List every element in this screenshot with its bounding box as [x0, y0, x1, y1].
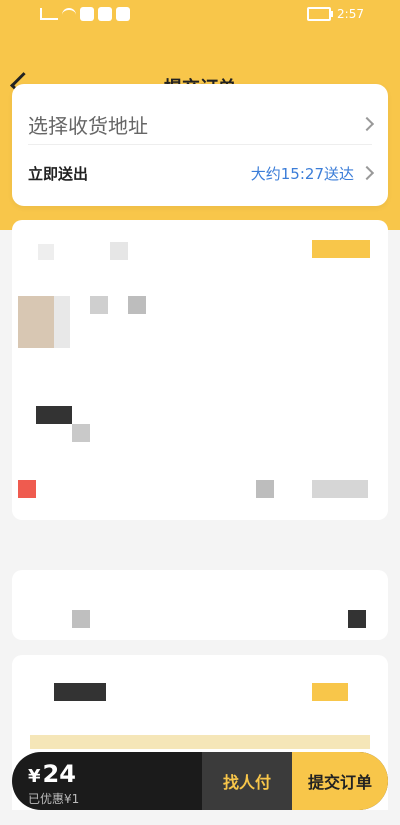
pixel-block: [54, 683, 106, 701]
status-bar: 2:57: [0, 0, 400, 30]
wifi-icon: [62, 8, 76, 20]
bottom-action-bar: ¥ 24 已优惠¥1 找人付 提交订单: [12, 752, 388, 810]
chevron-right-icon: [359, 116, 375, 132]
total-amount: 24: [42, 760, 76, 788]
delivery-row[interactable]: 立即送出 大约15:27送达: [28, 158, 375, 188]
battery-icon: [307, 7, 334, 21]
pixel-block: [72, 424, 90, 442]
pixel-block: [312, 683, 348, 701]
select-address-row[interactable]: 选择收货地址: [28, 104, 375, 145]
pixel-block: [30, 735, 370, 749]
pixel-block: [110, 242, 128, 260]
status-time: 2:57: [337, 7, 364, 21]
pixel-block: [312, 480, 368, 498]
chevron-right-icon: [359, 165, 375, 181]
price-main: ¥ 24: [28, 760, 202, 788]
pixel-block: [312, 240, 370, 258]
discount-text: 已优惠¥1: [28, 792, 80, 806]
app-icon: [98, 7, 112, 21]
pixel-block: [38, 244, 54, 260]
order-items-card: [12, 220, 388, 520]
pixel-block: [18, 480, 36, 498]
app-icon: [116, 7, 130, 21]
bottom-spacer: [0, 810, 400, 825]
address-placeholder: 选择收货地址: [28, 113, 148, 138]
signal-icon: [40, 8, 58, 20]
pixel-block: [36, 406, 72, 424]
status-left: [40, 7, 130, 21]
app-icon: [80, 7, 94, 21]
address-card: 选择收货地址 立即送出 大约15:27送达: [12, 84, 388, 206]
pixel-block: [256, 480, 274, 498]
pixel-block: [18, 296, 54, 348]
remarks-card: [12, 570, 388, 640]
pixel-block: [54, 296, 70, 348]
pixel-block: [72, 610, 90, 628]
delivery-right: 大约15:27送达: [250, 163, 375, 184]
currency-symbol: ¥: [28, 766, 41, 787]
find-someone-pay-button[interactable]: 找人付: [202, 752, 292, 810]
pixel-block: [90, 296, 108, 314]
pixel-block: [348, 610, 366, 628]
delivery-label: 立即送出: [28, 164, 89, 183]
status-right: 2:57: [307, 7, 364, 21]
price-summary: ¥ 24 已优惠¥1: [12, 752, 202, 810]
pixel-block: [128, 296, 146, 314]
delivery-time: 大约15:27送达: [250, 164, 354, 183]
submit-order-button[interactable]: 提交订单: [292, 752, 388, 810]
